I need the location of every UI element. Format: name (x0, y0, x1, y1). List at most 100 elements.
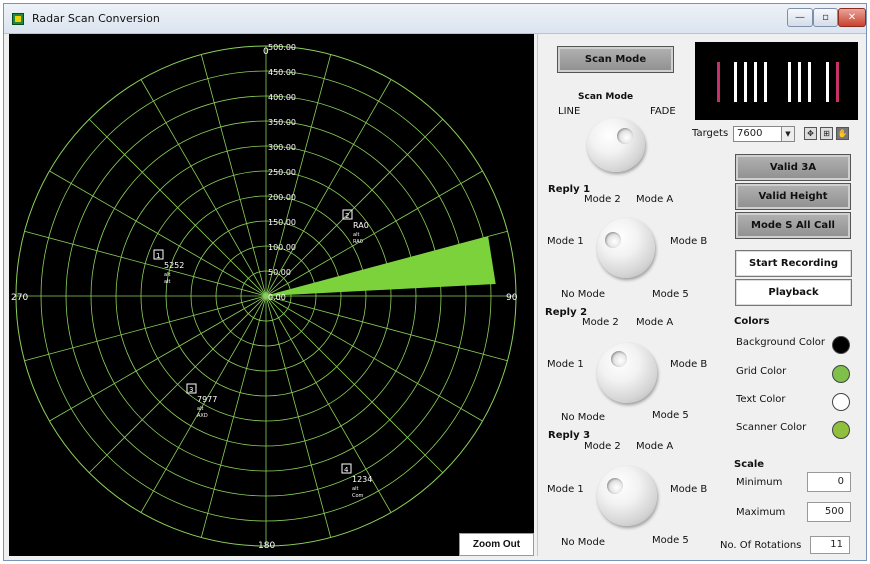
rotations-value: 11 (810, 536, 850, 554)
pan-icon[interactable]: ✥ (804, 127, 817, 140)
target-bar (744, 62, 747, 102)
reply3-mode1-label: Mode 1 (547, 484, 584, 495)
bearing-label: 180 (258, 541, 275, 551)
bearing-spoke (265, 295, 332, 538)
hand-icon[interactable]: ✋ (836, 127, 849, 140)
bearing-spoke (140, 79, 267, 297)
target-bar (788, 62, 791, 102)
reply1-knob[interactable] (597, 218, 655, 278)
target-detail: alt (352, 486, 358, 492)
target-bar (836, 62, 839, 102)
target-detail: alt (197, 406, 203, 412)
bearing-spoke (88, 295, 267, 474)
target-id: 2 (345, 212, 349, 220)
knob-indicator (611, 351, 627, 367)
valid-3a-button[interactable]: Valid 3A (735, 154, 851, 181)
bearing-spoke (140, 295, 267, 513)
reply2-modeA-label: Mode A (636, 317, 674, 328)
target-detail: RA0 (353, 239, 363, 245)
bearing-spoke (265, 79, 392, 297)
target-code: 1234 (352, 475, 372, 484)
bearing-spoke (265, 295, 444, 474)
scanner-color-swatch[interactable] (832, 421, 850, 439)
panel-divider (537, 34, 538, 556)
mode-s-all-call-button[interactable]: Mode S All Call (735, 212, 851, 239)
knob-indicator (617, 128, 633, 144)
playback-button[interactable]: Playback (735, 279, 852, 306)
target-bar (798, 62, 801, 102)
target-detail: alt (164, 279, 170, 285)
grid-color-swatch[interactable] (832, 365, 850, 383)
target-code: 7977 (197, 395, 217, 404)
targets-select-value: 7600 (737, 128, 763, 139)
range-label: 150.00 (268, 218, 296, 227)
window-title: Radar Scan Conversion (32, 12, 160, 25)
range-label: 50.00 (268, 268, 291, 277)
background-color-swatch[interactable] (832, 336, 850, 354)
text-color-swatch[interactable] (832, 393, 850, 411)
bearing-label: 0 (263, 47, 269, 57)
targets-select[interactable]: 7600 ▼ (733, 126, 795, 142)
scanner-sweep (266, 236, 496, 296)
bearing-spoke (265, 295, 508, 362)
close-button[interactable]: ✕ (838, 8, 866, 27)
reply3-mode2-label: Mode 2 (584, 441, 621, 452)
radar-scope: 0.00 50.00 100.00 150.00 200.00 250.00 300.00 3… (11, 43, 518, 551)
scale-title: Scale (734, 459, 765, 470)
reply3-knob[interactable] (597, 466, 657, 526)
grid-color-label: Grid Color (736, 366, 787, 377)
scale-maximum-label: Maximum (736, 507, 786, 518)
target-bar (734, 62, 737, 102)
chevron-down-icon[interactable]: ▼ (781, 127, 794, 141)
reply2-mode1-label: Mode 1 (547, 359, 584, 370)
reply2-knob[interactable] (597, 343, 657, 403)
reply3-title: Reply 3 (548, 430, 591, 441)
reply1-modeA-label: Mode A (636, 194, 674, 205)
valid-height-button[interactable]: Valid Height (735, 183, 851, 210)
title-bar: Radar Scan Conversion — ▫ ✕ (4, 4, 866, 34)
text-color-label: Text Color (736, 394, 786, 405)
target-bar (808, 62, 811, 102)
zoom-icon[interactable]: ⊞ (820, 127, 833, 140)
target-bar (717, 62, 720, 102)
scan-mode-knob[interactable] (587, 118, 645, 172)
scan-mode-line-label: LINE (558, 106, 581, 117)
range-label: 250.00 (268, 168, 296, 177)
zoom-out-button[interactable]: Zoom Out (459, 533, 534, 556)
app-icon (12, 13, 24, 25)
range-label: 200.00 (268, 193, 296, 202)
bearing-spoke (200, 54, 267, 297)
reply2-mode5-label: Mode 5 (652, 410, 689, 421)
maximize-button[interactable]: ▫ (813, 8, 838, 27)
range-label: 300.00 (268, 143, 296, 152)
radar-display: 0.00 50.00 100.00 150.00 200.00 250.00 300.00 3… (9, 34, 534, 556)
scale-minimum-input[interactable]: 0 (807, 472, 851, 492)
scale-minimum-label: Minimum (736, 477, 783, 488)
bearing-spoke (24, 230, 267, 297)
range-label: 450.00 (268, 68, 296, 77)
targets-bar-display (695, 42, 858, 120)
target-bar (826, 62, 829, 102)
reply2-nomode-label: No Mode (561, 412, 606, 423)
target-detail: alt (164, 272, 170, 278)
minimize-button[interactable]: — (787, 8, 813, 27)
target-bar (754, 62, 757, 102)
scan-mode-button[interactable]: Scan Mode (557, 46, 674, 73)
target-detail: Com (352, 493, 364, 499)
reply1-mode1-label: Mode 1 (547, 236, 584, 247)
rotations-label: No. Of Rotations (720, 540, 802, 551)
range-label: 400.00 (268, 93, 296, 102)
bearing-spoke (200, 295, 267, 538)
start-recording-button[interactable]: Start Recording (735, 250, 852, 277)
bearing-label: 90 (506, 293, 518, 303)
reply2-mode2-label: Mode 2 (582, 317, 619, 328)
reply1-mode5-label: Mode 5 (652, 289, 689, 300)
reply3-modeB-label: Mode B (670, 484, 708, 495)
reply2-title: Reply 2 (545, 307, 588, 318)
target-bar (764, 62, 767, 102)
colors-title: Colors (734, 316, 770, 327)
scale-maximum-input[interactable]: 500 (807, 502, 851, 522)
reply1-mode2-label: Mode 2 (584, 194, 621, 205)
range-label: 350.00 (268, 118, 296, 127)
range-label: 500.00 (268, 43, 296, 52)
